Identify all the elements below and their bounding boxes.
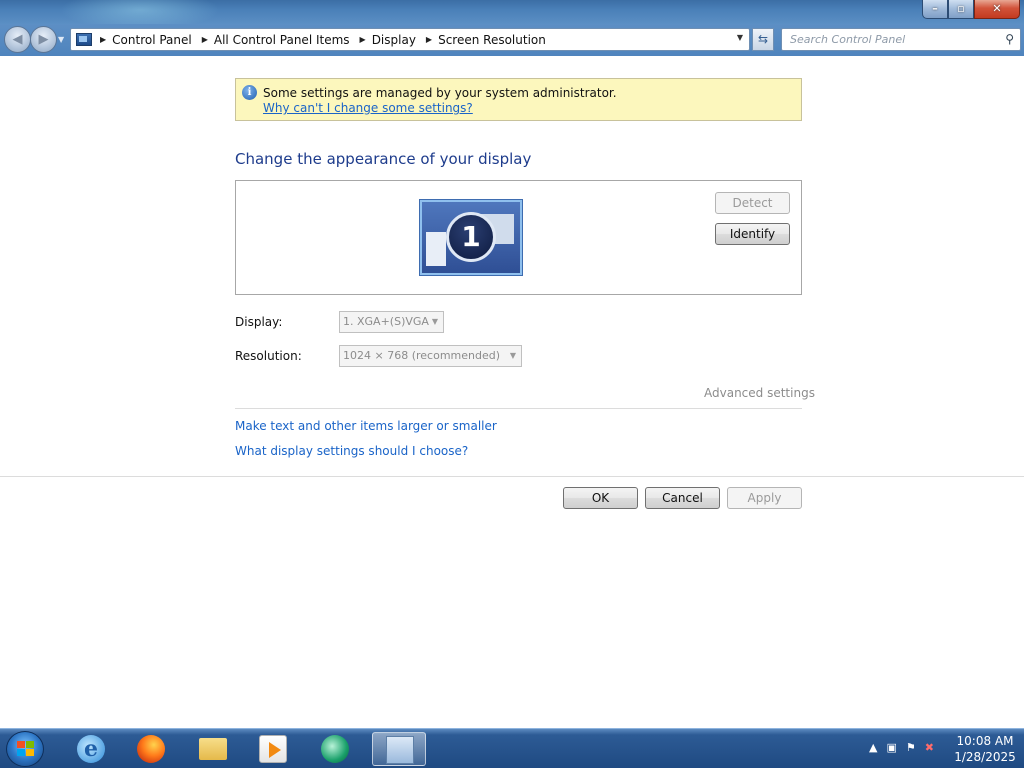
minimize-button[interactable]: – xyxy=(922,0,948,19)
forward-button[interactable]: ▶ xyxy=(30,26,57,53)
advanced-settings-link[interactable]: Advanced settings xyxy=(704,386,815,400)
chevron-right-icon[interactable]: ▶ xyxy=(360,35,366,44)
admin-info-bar: i Some settings are managed by your syst… xyxy=(235,78,802,121)
chevron-right-icon[interactable]: ▶ xyxy=(426,35,432,44)
chevron-down-icon: ▼ xyxy=(509,351,516,360)
breadcrumb-display[interactable]: Display xyxy=(372,33,416,47)
show-hidden-icons-icon[interactable]: ▲ xyxy=(869,741,877,757)
detect-button[interactable]: Detect xyxy=(715,192,790,214)
identify-button[interactable]: Identify xyxy=(715,223,790,245)
breadcrumb-control-panel[interactable]: Control Panel xyxy=(112,33,192,47)
control-panel-icon xyxy=(386,736,414,764)
text-size-link[interactable]: Make text and other items larger or smal… xyxy=(235,419,497,433)
resolution-label: Resolution: xyxy=(235,349,302,363)
display-select[interactable]: 1. XGA+(S)VGA ▼ xyxy=(339,311,444,333)
chevron-down-icon[interactable]: ▼ xyxy=(737,33,743,42)
navigation-bar: ◀ ▶ ▼ ▶ Control Panel ▶ All Control Pane… xyxy=(0,24,1024,56)
taskbar: e ▲ ▣ ⚑ ✖ 10:08 AM 1/28/2025 xyxy=(0,728,1024,768)
recent-pages-dropdown[interactable]: ▼ xyxy=(58,35,64,44)
taskbar-firefox[interactable] xyxy=(124,732,178,766)
clock-time: 10:08 AM xyxy=(956,734,1014,748)
monitor-arrangement-panel: 1 Detect Identify xyxy=(235,180,802,295)
monitor-window-graphic xyxy=(426,232,446,266)
monitor-1-tile[interactable]: 1 xyxy=(420,200,522,275)
search-placeholder: Search Control Panel xyxy=(790,33,906,46)
which-settings-link[interactable]: What display settings should I choose? xyxy=(235,444,468,458)
control-panel-icon xyxy=(76,33,92,46)
taskbar-explorer[interactable] xyxy=(186,732,240,766)
taskbar-green-app[interactable] xyxy=(308,732,362,766)
network-icon[interactable]: ▣ xyxy=(887,741,897,757)
folder-icon xyxy=(199,738,227,760)
volume-muted-icon[interactable]: ✖ xyxy=(925,741,934,757)
window-title-bar: – ▫ ✕ xyxy=(0,0,1024,30)
resolution-select[interactable]: 1024 × 768 (recommended) ▼ xyxy=(339,345,522,367)
taskbar-control-panel[interactable] xyxy=(372,732,426,766)
why-cant-change-link[interactable]: Why can't I change some settings? xyxy=(263,101,473,115)
system-tray: ▲ ▣ ⚑ ✖ xyxy=(838,741,934,757)
media-player-icon xyxy=(259,735,287,763)
action-center-flag-icon[interactable]: ⚑ xyxy=(906,741,916,757)
info-icon: i xyxy=(242,85,257,100)
content-area: i Some settings are managed by your syst… xyxy=(0,56,1024,728)
back-button[interactable]: ◀ xyxy=(4,26,31,53)
apply-button[interactable]: Apply xyxy=(727,487,802,509)
taskbar-internet-explorer[interactable]: e xyxy=(64,732,118,766)
taskbar-media-player[interactable] xyxy=(246,732,300,766)
cancel-button[interactable]: Cancel xyxy=(645,487,720,509)
clock[interactable]: 10:08 AM 1/28/2025 xyxy=(950,733,1020,765)
green-app-icon xyxy=(321,735,349,763)
start-button[interactable] xyxy=(6,731,44,767)
chevron-right-icon[interactable]: ▶ xyxy=(100,35,106,44)
clock-date: 1/28/2025 xyxy=(954,750,1016,764)
close-button[interactable]: ✕ xyxy=(974,0,1020,19)
window-controls: – ▫ ✕ xyxy=(922,0,1020,19)
address-bar[interactable]: ▶ Control Panel ▶ All Control Panel Item… xyxy=(70,28,750,51)
chevron-right-icon[interactable]: ▶ xyxy=(202,35,208,44)
info-message: Some settings are managed by your system… xyxy=(263,86,617,100)
breadcrumb-all-items[interactable]: All Control Panel Items xyxy=(214,33,350,47)
firefox-icon xyxy=(137,735,165,763)
monitor-number: 1 xyxy=(446,212,496,262)
divider xyxy=(235,408,802,409)
page-title: Change the appearance of your display xyxy=(235,150,532,168)
windows-logo-icon xyxy=(17,741,35,758)
divider xyxy=(0,476,1024,477)
display-label: Display: xyxy=(235,315,283,329)
search-icon[interactable]: ⚲ xyxy=(1005,29,1014,50)
internet-explorer-icon: e xyxy=(77,735,105,763)
maximize-button[interactable]: ▫ xyxy=(948,0,974,19)
resolution-value: 1024 × 768 (recommended) xyxy=(343,349,501,362)
refresh-button[interactable]: ⇆ xyxy=(752,28,774,51)
search-input[interactable]: Search Control Panel ⚲ xyxy=(781,28,1021,51)
chevron-down-icon: ▼ xyxy=(431,317,438,326)
breadcrumb-screen-resolution[interactable]: Screen Resolution xyxy=(438,33,546,47)
ok-button[interactable]: OK xyxy=(563,487,638,509)
display-value: 1. XGA+(S)VGA xyxy=(343,315,429,328)
